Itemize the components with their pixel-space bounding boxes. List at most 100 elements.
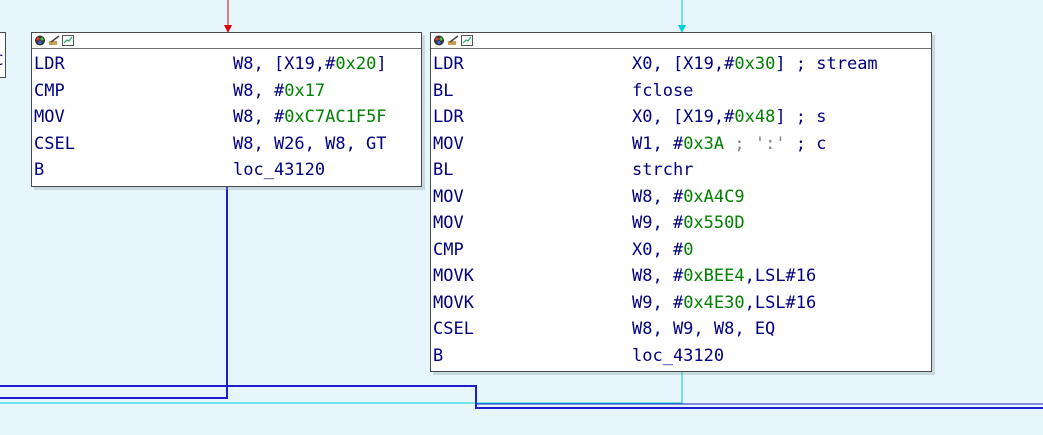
edge-left-block-out [0,186,228,399]
instruction-line[interactable]: CMP X0, #0 [433,237,931,264]
operands[interactable]: W8, #0x17 [233,78,325,105]
ida-graph-view[interactable]: C LDRW8, [X19,#0x20]CMPW8, #0x17MOVW8, #… [0,0,1043,435]
operand-text: W8, # [632,186,684,207]
block-title-bar [431,33,931,49]
edit-name-icon[interactable] [48,35,60,46]
operands[interactable]: loc_43120 [632,343,724,370]
operands[interactable]: strchr [632,157,693,184]
mnemonic[interactable]: MOV [34,104,65,131]
operand-text: ] ; s [775,107,827,127]
mnemonic[interactable]: LDR [433,104,464,131]
comment-text: ; ':' [724,133,786,154]
operands[interactable]: W9, #0x550D [632,210,745,237]
mnemonic[interactable]: MOV [433,210,464,237]
operand-text: W1, # [632,133,684,154]
immediate-value[interactable]: 0x3A [683,134,724,154]
immediate-value[interactable]: 0xA4C9 [683,187,744,207]
instruction-line[interactable]: CSEL W8, W26, W8, GT [34,131,421,158]
immediate-value[interactable]: 0x4E30 [683,293,744,313]
immediate-value[interactable]: 0 [683,240,693,260]
operands[interactable]: W8, [X19,#0x20] [233,51,387,78]
immediate-value[interactable]: 0x48 [734,107,775,127]
operands[interactable]: W8, W26, W8, GT [233,131,387,158]
operands[interactable]: W1, #0x3A ; ':' ; c [632,131,827,158]
mnemonic[interactable]: CSEL [34,131,75,158]
instruction-line[interactable]: CSEL W8, W9, W8, EQ [433,316,931,343]
instruction-line[interactable]: MOV W8, #0xC7AC1F5F [34,104,421,131]
mnemonic[interactable]: MOVK [433,263,474,290]
operand-text: ,LSL#16 [744,266,817,286]
immediate-value[interactable]: 0x30 [734,54,775,74]
instruction-line[interactable]: Bloc_43120 [34,157,421,184]
operands[interactable]: W8, #0xBEE4,LSL#16 [632,263,816,290]
mnemonic[interactable]: LDR [433,51,464,78]
operands[interactable]: W8, #0xA4C9 [632,184,745,211]
partial-node-left[interactable]: C [0,32,6,78]
mnemonic[interactable]: BL [433,78,453,105]
operands[interactable]: fclose [632,78,693,105]
operand-text: X0, [X19,# [632,107,735,127]
instruction-line[interactable]: BL fclose [433,78,931,105]
instruction-line[interactable]: LDR W8, [X19,#0x20] [34,51,421,78]
operand-text: loc_43120 [632,345,725,366]
operands[interactable]: W8, #0xC7AC1F5F [233,104,387,131]
operands[interactable]: W9, #0x4E30,LSL#16 [632,290,816,317]
operand-text: W9, # [632,292,684,313]
instruction-line[interactable]: CMP W8, #0x17 [34,78,421,105]
operands[interactable]: W8, W9, W8, EQ [632,316,775,343]
graph-view-icon[interactable] [461,35,473,46]
operands[interactable]: loc_43120 [233,157,325,184]
operand-text: ,LSL#16 [744,292,817,313]
mnemonic[interactable]: CMP [433,237,464,264]
code-block-left[interactable]: LDR W8, [X19,#0x20] CMP W8, #0x17 MOV W8, #0x… [31,32,422,187]
operand-text: W8, W26, W8, GT [233,133,387,154]
instruction-line[interactable]: Bloc_43120 [433,343,931,370]
operand-text: fclose [632,80,694,101]
instruction-line[interactable]: MOVK W9, #0x4E30,LSL#16 [433,290,931,317]
operand-text: ] [376,54,387,74]
operand-text: strchr [632,160,694,180]
operand-text: X0, # [632,239,684,260]
instruction-line[interactable]: MOV W1, #0x3A ; ':' ; c [433,131,931,158]
color-palette-icon[interactable] [433,35,445,46]
operand-text: ] ; stream [775,54,878,74]
partial-node-text: C [0,53,3,69]
instruction-line[interactable]: LDR X0, [X19,#0x30] ; stream [433,51,931,78]
operand-text: W8, # [233,107,285,127]
edit-name-icon[interactable] [447,35,459,46]
operand-text: W8, W9, W8, EQ [632,319,776,339]
operands[interactable]: X0, #0 [632,237,693,264]
instruction-line[interactable]: LDR X0, [X19,#0x48] ; s [433,104,931,131]
mnemonic[interactable]: LDR [34,51,65,78]
color-palette-icon[interactable] [34,35,46,46]
instruction-line[interactable]: BL strchr [433,157,931,184]
operand-text: W8, [X19,# [233,54,336,74]
code-block-right[interactable]: LDR X0, [X19,#0x30] ; stream BL fclose LDR X0… [430,32,932,372]
mnemonic[interactable]: MOV [433,131,464,158]
instruction-list: LDR W8, [X19,#0x20] CMP W8, #0x17 MOV W8, #0x… [32,49,421,184]
operand-text: W8, # [233,80,285,101]
operand-text: W9, # [632,213,684,233]
mnemonic[interactable]: CSEL [433,316,474,343]
mnemonic[interactable]: BL [433,157,453,184]
operand-text: loc_43120 [233,160,326,180]
operand-text: X0, [X19,# [632,54,735,74]
immediate-value[interactable]: 0x17 [284,81,325,101]
operands[interactable]: X0, [X19,#0x30] ; stream [632,51,878,78]
mnemonic[interactable]: MOV [433,184,464,211]
immediate-value[interactable]: 0x550D [683,213,744,233]
instruction-list: LDR X0, [X19,#0x30] ; stream BL fclose LDR X0… [431,49,931,369]
mnemonic[interactable]: MOVK [433,290,474,317]
instruction-line[interactable]: MOVK W8, #0xBEE4,LSL#16 [433,263,931,290]
operand-text: ; c [785,133,827,154]
operands[interactable]: X0, [X19,#0x48] ; s [632,104,827,131]
immediate-value[interactable]: 0xC7AC1F5F [284,107,386,127]
instruction-line[interactable]: MOV W8, #0xA4C9 [433,184,931,211]
mnemonic[interactable]: CMP [34,78,65,105]
immediate-value[interactable]: 0xBEE4 [683,266,744,286]
mnemonic[interactable]: B [34,157,44,184]
mnemonic[interactable]: B [433,343,443,370]
instruction-line[interactable]: MOV W9, #0x550D [433,210,931,237]
immediate-value[interactable]: 0x20 [335,54,376,74]
graph-view-icon[interactable] [62,35,74,46]
